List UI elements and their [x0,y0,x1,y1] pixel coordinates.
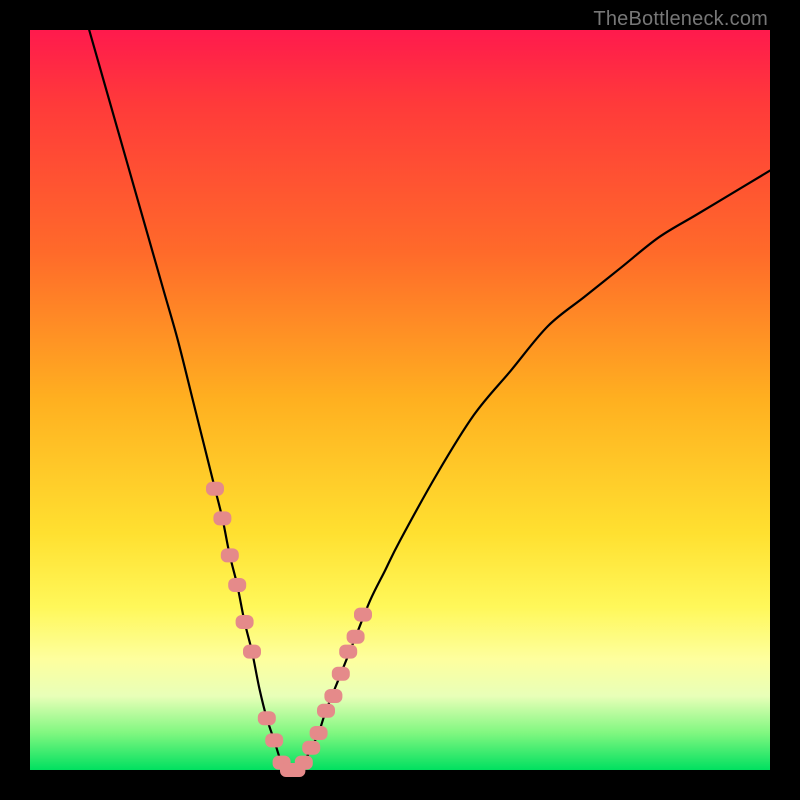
marker-dot [221,548,239,562]
marker-dot [206,482,224,496]
marker-dot [236,615,254,629]
marker-dot [354,608,372,622]
marker-dot [213,511,231,525]
marker-dot [332,667,350,681]
marker-dot [324,689,342,703]
marker-dot [258,711,276,725]
highlight-dots [206,482,372,777]
chart-frame: TheBottleneck.com [0,0,800,800]
curve-svg [30,30,770,770]
marker-dot [265,733,283,747]
marker-dot [295,756,313,770]
bottleneck-curve [89,30,770,771]
marker-dot [310,726,328,740]
marker-dot [302,741,320,755]
marker-dot [339,645,357,659]
marker-dot [317,704,335,718]
plot-area [30,30,770,770]
marker-dot [243,645,261,659]
marker-dot [347,630,365,644]
marker-dot [228,578,246,592]
watermark-text: TheBottleneck.com [593,8,768,31]
